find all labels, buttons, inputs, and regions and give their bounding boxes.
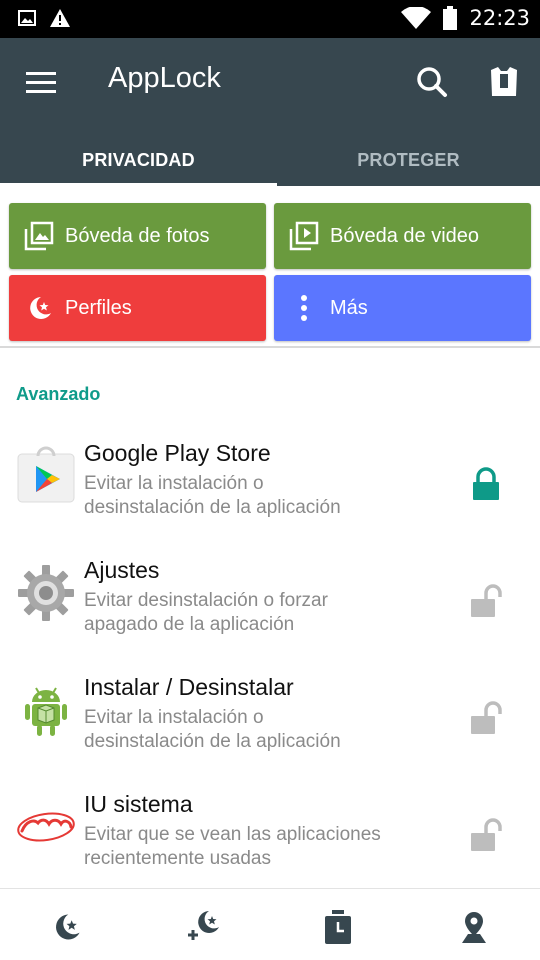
item-description-line: Evitar la instalación o	[84, 707, 264, 728]
list-item-google-play-store[interactable]: Google Play Store Evitar la instalación …	[0, 428, 540, 544]
lock-open-icon	[471, 584, 502, 617]
video-vault-button[interactable]: Bóveda de video	[274, 203, 531, 269]
tab-privacidad[interactable]: PRIVACIDAD	[0, 134, 277, 186]
item-description-line: recientemente usadas	[84, 848, 271, 869]
image-notification-icon	[18, 10, 36, 26]
item-description: Evitar que se vean las aplicaciones reci…	[84, 823, 434, 871]
wifi-icon	[401, 7, 432, 29]
search-button[interactable]	[412, 62, 452, 102]
moon-star-icon	[56, 914, 80, 940]
item-description-line: Evitar desinstalación o forzar	[84, 590, 328, 611]
item-description-line: Evitar la instalación o	[84, 473, 264, 494]
item-description-line: desinstalación de la aplicación	[84, 731, 341, 752]
section-title: Avanzado	[16, 384, 101, 404]
app-bar: AppLock PRIVACIDAD PROTEGER	[0, 38, 540, 186]
tab-label: PRIVACIDAD	[82, 149, 195, 170]
lock-toggle-unlocked[interactable]	[468, 700, 504, 738]
bottom-navigation	[0, 888, 540, 960]
lock-open-icon	[471, 818, 502, 851]
tab-proteger[interactable]: PROTEGER	[277, 134, 540, 186]
theme-button[interactable]	[484, 62, 524, 102]
list-item-iu-sistema[interactable]: IU sistema Evitar que se vean las aplica…	[0, 779, 540, 895]
item-description-line: apagado de la aplicación	[84, 614, 295, 635]
section-divider	[0, 346, 540, 364]
video-library-icon	[288, 220, 320, 252]
more-button[interactable]: Más	[274, 275, 531, 341]
lock-toggle-locked[interactable]	[468, 466, 504, 504]
lock-open-icon	[471, 701, 502, 734]
location-nav-button[interactable]	[452, 905, 496, 949]
timer-nav-button[interactable]	[316, 905, 360, 949]
photo-vault-button[interactable]: Bóveda de fotos	[9, 203, 266, 269]
list-item-ajustes[interactable]: Ajustes Evitar desinstalación o forzar a…	[0, 545, 540, 661]
add-profile-icon	[188, 911, 219, 940]
settings-gear-icon	[16, 563, 76, 623]
battery-icon	[443, 6, 458, 30]
item-title: Instalar / Desinstalar	[84, 674, 294, 700]
clock: 22:23	[469, 6, 530, 30]
app-title: AppLock	[108, 62, 221, 94]
item-description: Evitar desinstalación o forzar apagado d…	[84, 589, 434, 637]
item-description-line: desinstalación de la aplicación	[84, 497, 341, 518]
photo-gallery-icon	[23, 220, 55, 252]
video-vault-label: Bóveda de video	[330, 224, 480, 247]
android-package-icon	[16, 680, 76, 740]
item-description-line: Evitar que se vean las aplicaciones	[84, 824, 381, 845]
item-description: Evitar la instalación o desinstalación d…	[84, 706, 434, 754]
location-pin-icon	[462, 912, 486, 943]
item-title: IU sistema	[84, 791, 193, 817]
add-profile-nav-button[interactable]	[182, 905, 226, 949]
lock-toggle-unlocked[interactable]	[468, 583, 504, 621]
google-play-store-icon	[16, 446, 76, 506]
profiles-nav-button[interactable]	[44, 905, 88, 949]
profiles-button[interactable]: Perfiles	[9, 275, 266, 341]
menu-icon	[26, 72, 56, 93]
photo-vault-label: Bóveda de fotos	[65, 224, 210, 247]
theme-icon	[491, 67, 517, 96]
item-title: Google Play Store	[84, 440, 271, 466]
lock-closed-icon	[473, 467, 499, 500]
warning-icon	[50, 9, 70, 27]
lock-toggle-unlocked[interactable]	[468, 817, 504, 855]
list-item-instalar-desinstalar[interactable]: Instalar / Desinstalar Evitar la instala…	[0, 662, 540, 778]
item-description: Evitar la instalación o desinstalación d…	[84, 472, 434, 520]
menu-button[interactable]	[24, 64, 60, 100]
moon-star-icon	[23, 292, 55, 324]
more-label: Más	[330, 296, 368, 319]
profiles-label: Perfiles	[65, 296, 132, 319]
quick-actions: Bóveda de fotos Bóveda de video Perfiles	[0, 186, 540, 350]
item-title: Ajustes	[84, 557, 160, 583]
timer-icon	[325, 910, 351, 944]
search-icon	[417, 67, 447, 97]
more-vertical-icon	[288, 292, 320, 324]
status-bar: 22:23	[0, 0, 540, 38]
tab-label: PROTEGER	[357, 149, 460, 170]
android-logo-icon	[16, 797, 76, 857]
tab-bar: PRIVACIDAD PROTEGER	[0, 134, 540, 186]
